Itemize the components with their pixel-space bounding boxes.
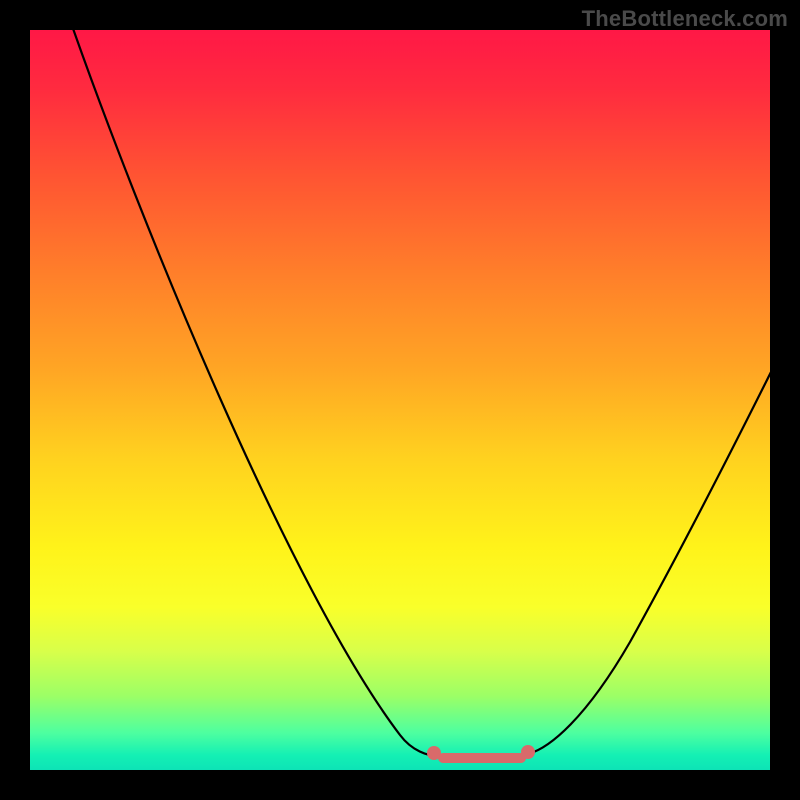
marker-dot-right xyxy=(521,745,535,759)
marker-bar xyxy=(438,753,526,763)
optimal-markers xyxy=(30,30,770,770)
plot-area xyxy=(30,30,770,770)
watermark-text: TheBottleneck.com xyxy=(582,6,788,32)
chart-frame: TheBottleneck.com xyxy=(0,0,800,800)
